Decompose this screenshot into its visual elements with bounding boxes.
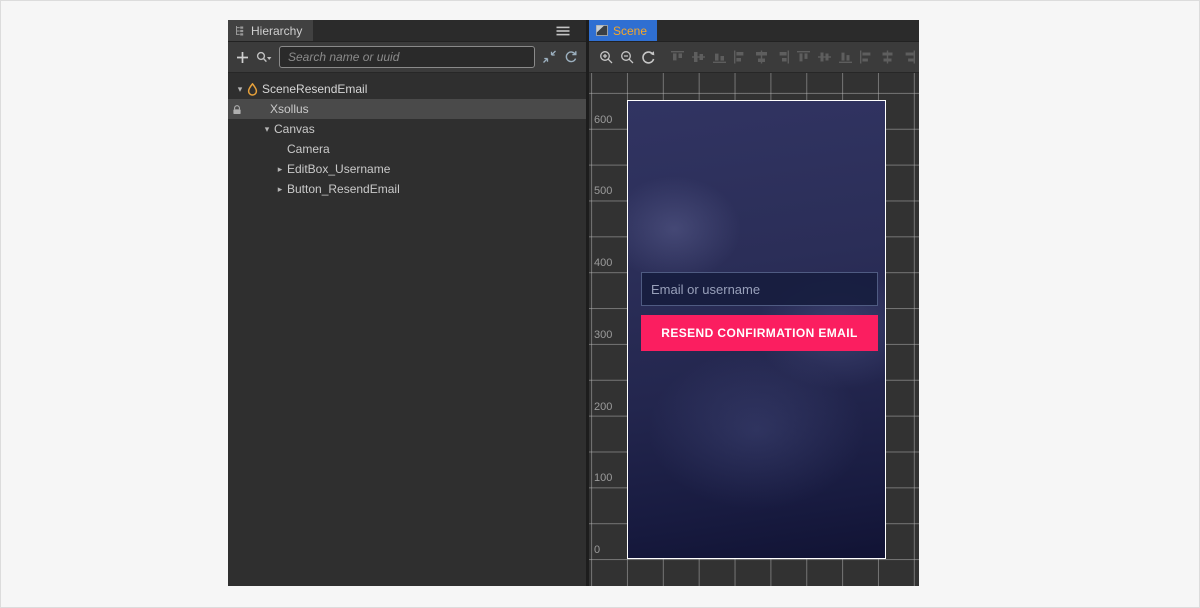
- scene-viewport[interactable]: RESEND CONFIRMATION EMAIL 600 500 400 300 20…: [589, 73, 919, 586]
- hierarchy-toolbar: [228, 42, 586, 73]
- tab-hierarchy[interactable]: Hierarchy: [228, 20, 313, 41]
- tree-node-label: Camera: [287, 142, 330, 156]
- zoom-in-icon[interactable]: [599, 50, 614, 65]
- tree-node-label: Button_ResendEmail: [287, 182, 400, 196]
- distribute-top-icon: [796, 50, 811, 64]
- scene-align-tools: [670, 50, 916, 64]
- align-left-icon: [733, 50, 748, 64]
- tree-node-Canvas[interactable]: ▾Canvas: [228, 119, 586, 139]
- align-h-center-icon: [754, 50, 769, 64]
- hierarchy-tab-label: Hierarchy: [251, 24, 302, 38]
- hierarchy-menu-button[interactable]: [552, 20, 574, 41]
- hierarchy-panel: Hierarchy ▾SceneResendEmailXsollus▾Canva…: [228, 20, 586, 586]
- hierarchy-tree: ▾SceneResendEmailXsollus▾CanvasCamera▸Ed…: [228, 73, 586, 586]
- tab-scene[interactable]: Scene: [589, 20, 657, 41]
- distribute-h-center-icon: [880, 50, 895, 64]
- tabbar-spacer: [313, 20, 552, 41]
- distribute-bottom-icon: [838, 50, 853, 64]
- tree-node-EditBox_Username[interactable]: ▸EditBox_Username: [228, 159, 586, 179]
- ruler-label: 200: [594, 401, 612, 413]
- ruler-label: 100: [594, 472, 612, 484]
- scene-tabbar: Scene: [589, 20, 919, 42]
- hierarchy-tabbar: Hierarchy: [228, 20, 586, 42]
- email-username-field[interactable]: [641, 272, 878, 306]
- tree-node-label: EditBox_Username: [287, 162, 390, 176]
- align-right-icon: [775, 50, 790, 64]
- resend-confirmation-email-button[interactable]: RESEND CONFIRMATION EMAIL: [641, 315, 878, 351]
- add-node-icon[interactable]: [236, 51, 249, 64]
- tree-node-Camera[interactable]: Camera: [228, 139, 586, 159]
- scene-thumbnail-icon: [596, 25, 608, 36]
- distribute-right-icon: [901, 50, 916, 64]
- hierarchy-tree-icon: [234, 25, 246, 37]
- flame-icon: [247, 83, 259, 96]
- scene-toolbar: [589, 42, 919, 73]
- tree-node-label: Xsollus: [270, 102, 309, 116]
- ruler-label: 600: [594, 114, 612, 126]
- caret-down-icon[interactable]: ▾: [260, 119, 274, 139]
- search-input[interactable]: [279, 46, 535, 68]
- tabbar-spacer: [657, 20, 919, 41]
- tree-node-label: SceneResendEmail: [262, 82, 367, 96]
- ruler-label: 300: [594, 329, 612, 341]
- ruler-label: 0: [594, 544, 600, 556]
- align-top-icon: [670, 50, 685, 64]
- reset-view-icon[interactable]: [641, 50, 655, 65]
- caret-down-icon[interactable]: ▾: [233, 79, 247, 99]
- caret-right-icon[interactable]: ▸: [273, 159, 287, 179]
- distribute-left-icon: [859, 50, 874, 64]
- ruler-label: 400: [594, 257, 612, 269]
- tree-node-Button_ResendEmail[interactable]: ▸Button_ResendEmail: [228, 179, 586, 199]
- scene-panel: Scene RESEND CONFIRMATION EMAIL 600 500 40…: [589, 20, 919, 586]
- scene-tab-label: Scene: [613, 24, 647, 38]
- distribute-v-center-icon: [817, 50, 832, 64]
- align-bottom-icon: [712, 50, 727, 64]
- refresh-icon[interactable]: [564, 50, 578, 64]
- ruler-label: 500: [594, 185, 612, 197]
- zoom-out-icon[interactable]: [620, 50, 635, 65]
- collapse-all-icon[interactable]: [542, 50, 557, 64]
- tree-node-label: Canvas: [274, 122, 315, 136]
- hamburger-menu-icon: [556, 26, 570, 36]
- lock-icon[interactable]: [232, 104, 242, 118]
- editor-window: Hierarchy ▾SceneResendEmailXsollus▾Canva…: [228, 20, 919, 586]
- scene-view-tools: [599, 50, 655, 65]
- tree-node-SceneResendEmail[interactable]: ▾ SceneResendEmail: [228, 79, 586, 99]
- caret-right-icon[interactable]: ▸: [273, 179, 287, 199]
- canvas-preview[interactable]: RESEND CONFIRMATION EMAIL: [627, 100, 886, 559]
- search-filter-icon[interactable]: [256, 51, 272, 64]
- tree-node-Xsollus[interactable]: Xsollus: [228, 99, 586, 119]
- align-v-center-icon: [691, 50, 706, 64]
